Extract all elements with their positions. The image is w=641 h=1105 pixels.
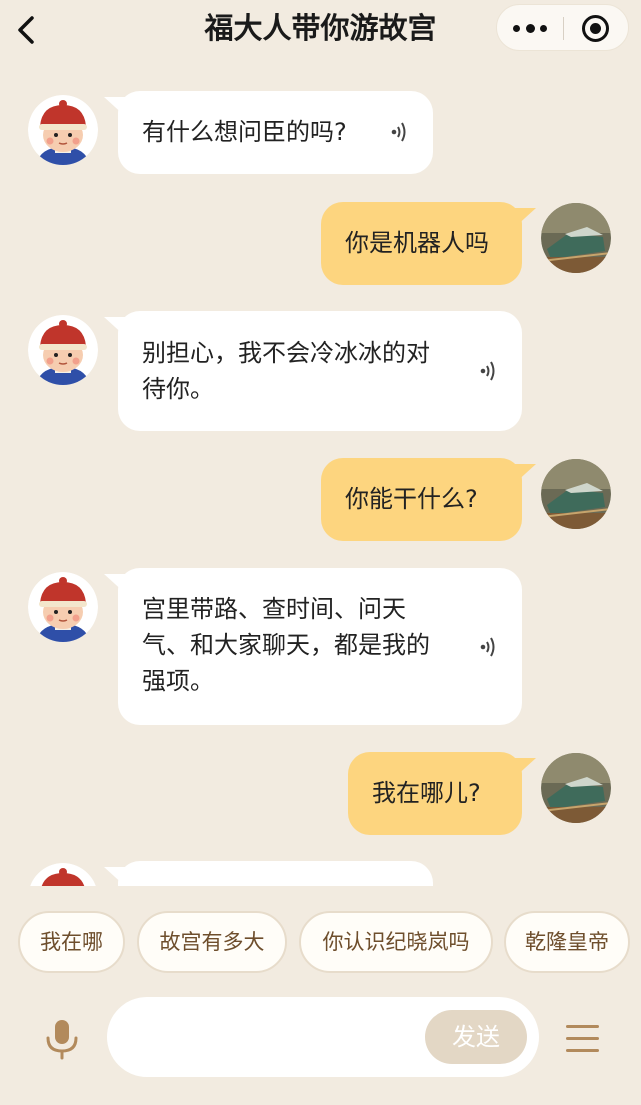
user-avatar[interactable] (541, 753, 611, 823)
bot-avatar (28, 95, 98, 165)
quick-reply-chip[interactable]: 故宫有多大 (137, 911, 287, 973)
message-text: 宫里带路、查时间、问天 气、和大家聊天，都是我的 强项。 (142, 595, 430, 695)
quick-reply-chip[interactable]: 你认识纪晓岚吗 (299, 911, 493, 973)
official-avatar-icon (28, 315, 98, 385)
user-message-bubble: 你是机器人吗 (321, 202, 536, 285)
voice-input-button[interactable] (40, 1017, 84, 1061)
page-title: 福大人带你游故宫 (204, 11, 437, 45)
chat-page: 福大人带你游故宫 有什么想问臣的吗? 你是机器人吗 别担心，我不会冷冰冰的对 待… (0, 0, 641, 1105)
microphone-icon (46, 1020, 78, 1060)
locomotive-photo-icon (541, 203, 611, 273)
speaker-wave-icon[interactable] (389, 118, 411, 146)
user-avatar[interactable] (541, 203, 611, 273)
chevron-left-icon (18, 16, 34, 44)
mini-program-capsule (496, 4, 629, 51)
more-button[interactable] (497, 5, 563, 52)
speaker-wave-icon[interactable] (478, 633, 500, 661)
quick-reply-chip[interactable]: 我在哪 (18, 911, 125, 973)
official-avatar-icon (28, 95, 98, 165)
bot-avatar (28, 863, 98, 886)
user-message-bubble: 你能干什么? (321, 458, 536, 541)
header-bar: 福大人带你游故宫 (0, 0, 641, 58)
quick-reply-bar[interactable]: 我在哪 故宫有多大 你认识纪晓岚吗 乾隆皇帝 (0, 911, 641, 975)
message-text: 你是机器人吗 (345, 229, 489, 257)
official-avatar-icon (28, 572, 98, 642)
close-button[interactable] (564, 5, 630, 52)
send-button[interactable]: 发送 (425, 1010, 527, 1064)
bot-message-bubble: 有什么想问臣的吗? (104, 91, 433, 174)
locomotive-photo-icon (541, 753, 611, 823)
locomotive-photo-icon (541, 459, 611, 529)
speaker-wave-icon[interactable] (478, 357, 500, 385)
back-button[interactable] (8, 10, 44, 50)
bot-message-bubble (104, 861, 433, 886)
bot-avatar (28, 315, 98, 385)
official-avatar-icon (30, 863, 96, 886)
message-text: 你能干什么? (345, 485, 478, 513)
hamburger-menu-icon[interactable] (564, 1021, 602, 1057)
bot-avatar (28, 572, 98, 642)
user-message-bubble: 我在哪儿? (348, 752, 536, 835)
quick-reply-chip[interactable]: 乾隆皇帝 (504, 911, 630, 973)
user-avatar[interactable] (541, 459, 611, 529)
bot-message-bubble: 别担心，我不会冷冰冰的对 待你。 (104, 311, 522, 431)
message-text: 别担心，我不会冷冰冰的对 待你。 (142, 339, 430, 403)
bot-message-bubble: 宫里带路、查时间、问天 气、和大家聊天，都是我的 强项。 (104, 568, 522, 725)
input-bar: 发送 (0, 995, 641, 1079)
more-dots-icon (513, 25, 520, 32)
chat-message-list[interactable]: 有什么想问臣的吗? 你是机器人吗 别担心，我不会冷冰冰的对 待你。 你能干什么?… (0, 60, 641, 886)
message-text: 我在哪儿? (372, 779, 481, 807)
message-text: 有什么想问臣的吗? (142, 118, 347, 146)
